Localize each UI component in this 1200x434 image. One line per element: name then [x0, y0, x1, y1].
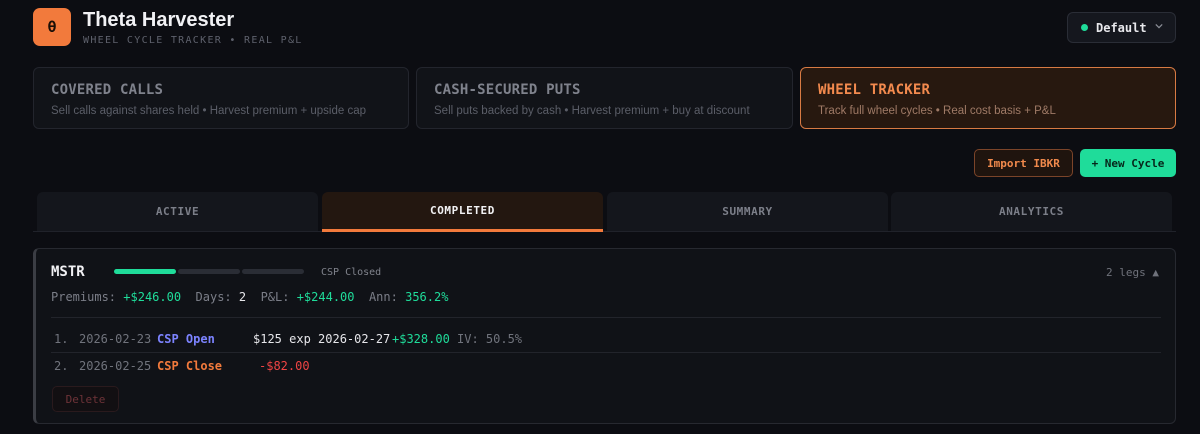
progress-step-2 — [178, 269, 240, 274]
leg-date: 2026-02-23 — [79, 332, 152, 346]
pl-value: +$244.00 — [296, 290, 355, 304]
strategy-title: COVERED CALLS — [51, 82, 164, 98]
delete-button[interactable]: Delete — [52, 386, 119, 412]
premiums-value: +$246.00 — [123, 290, 182, 304]
strategy-desc: Sell puts backed by cash • Harvest premi… — [434, 105, 750, 117]
status-dot-icon — [1081, 24, 1088, 31]
leg-type: CSP Close — [157, 359, 223, 373]
divider — [51, 317, 1161, 318]
tabs-divider — [33, 231, 1176, 232]
days-label: Days: — [195, 290, 232, 304]
strategy-desc: Sell calls against shares held • Harvest… — [51, 105, 366, 117]
cycle-stats: Premiums: +$246.00 Days: 2 P&L: +$244.00… — [51, 290, 448, 304]
strategy-title: CASH-SECURED PUTS — [434, 82, 581, 98]
premiums-label: Premiums: — [51, 290, 117, 304]
ann-label: Ann: — [368, 290, 398, 304]
profile-select[interactable]: Default — [1067, 12, 1176, 43]
progress-step-3 — [242, 269, 304, 274]
new-cycle-button[interactable]: + New Cycle — [1080, 149, 1176, 177]
strategy-card-cash-secured-puts[interactable]: CASH-SECURED PUTS Sell puts backed by ca… — [416, 67, 793, 129]
strategy-card-covered-calls[interactable]: COVERED CALLS Sell calls against shares … — [33, 67, 409, 129]
cycle-card[interactable]: MSTR CSP Closed 2 legs ▲ Premiums: +$246… — [33, 248, 1176, 424]
profile-label: Default — [1096, 20, 1147, 35]
strategy-desc: Track full wheel cycles • Real cost basi… — [818, 105, 1056, 117]
tab-completed[interactable]: COMPLETED — [322, 192, 603, 232]
strategy-card-wheel-tracker[interactable]: WHEEL TRACKER Track full wheel cycles • … — [800, 67, 1176, 129]
leg-number: 1. — [54, 332, 69, 346]
days-value: 2 — [238, 290, 247, 304]
app-logo: θ — [33, 8, 71, 46]
ann-value: 356.2% — [405, 290, 449, 304]
leg-amount: -$82.00 — [259, 359, 310, 373]
leg-iv: IV: 50.5% — [457, 332, 523, 346]
leg-amount: +$328.00 — [392, 332, 450, 346]
leg-detail: $125 exp 2026-02-27 — [253, 332, 391, 346]
divider — [51, 352, 1161, 353]
leg-type: CSP Open — [157, 332, 215, 346]
legs-toggle[interactable]: 2 legs ▲ — [1106, 266, 1159, 279]
app-subtitle: WHEEL CYCLE TRACKER • REAL P&L — [83, 35, 303, 46]
progress-step-1 — [114, 269, 176, 274]
tab-active[interactable]: ACTIVE — [37, 192, 318, 231]
leg-number: 2. — [54, 359, 69, 373]
pl-label: P&L: — [260, 290, 290, 304]
app-title: Theta Harvester — [83, 9, 235, 31]
chevron-down-icon — [1155, 23, 1163, 29]
leg-date: 2026-02-25 — [79, 359, 152, 373]
cycle-ticker: MSTR — [51, 264, 85, 280]
strategy-title: WHEEL TRACKER — [818, 82, 931, 98]
tab-summary[interactable]: SUMMARY — [607, 192, 888, 231]
tab-analytics[interactable]: ANALYTICS — [891, 192, 1172, 231]
import-ibkr-button[interactable]: Import IBKR — [974, 149, 1073, 177]
cycle-status: CSP Closed — [321, 267, 382, 278]
